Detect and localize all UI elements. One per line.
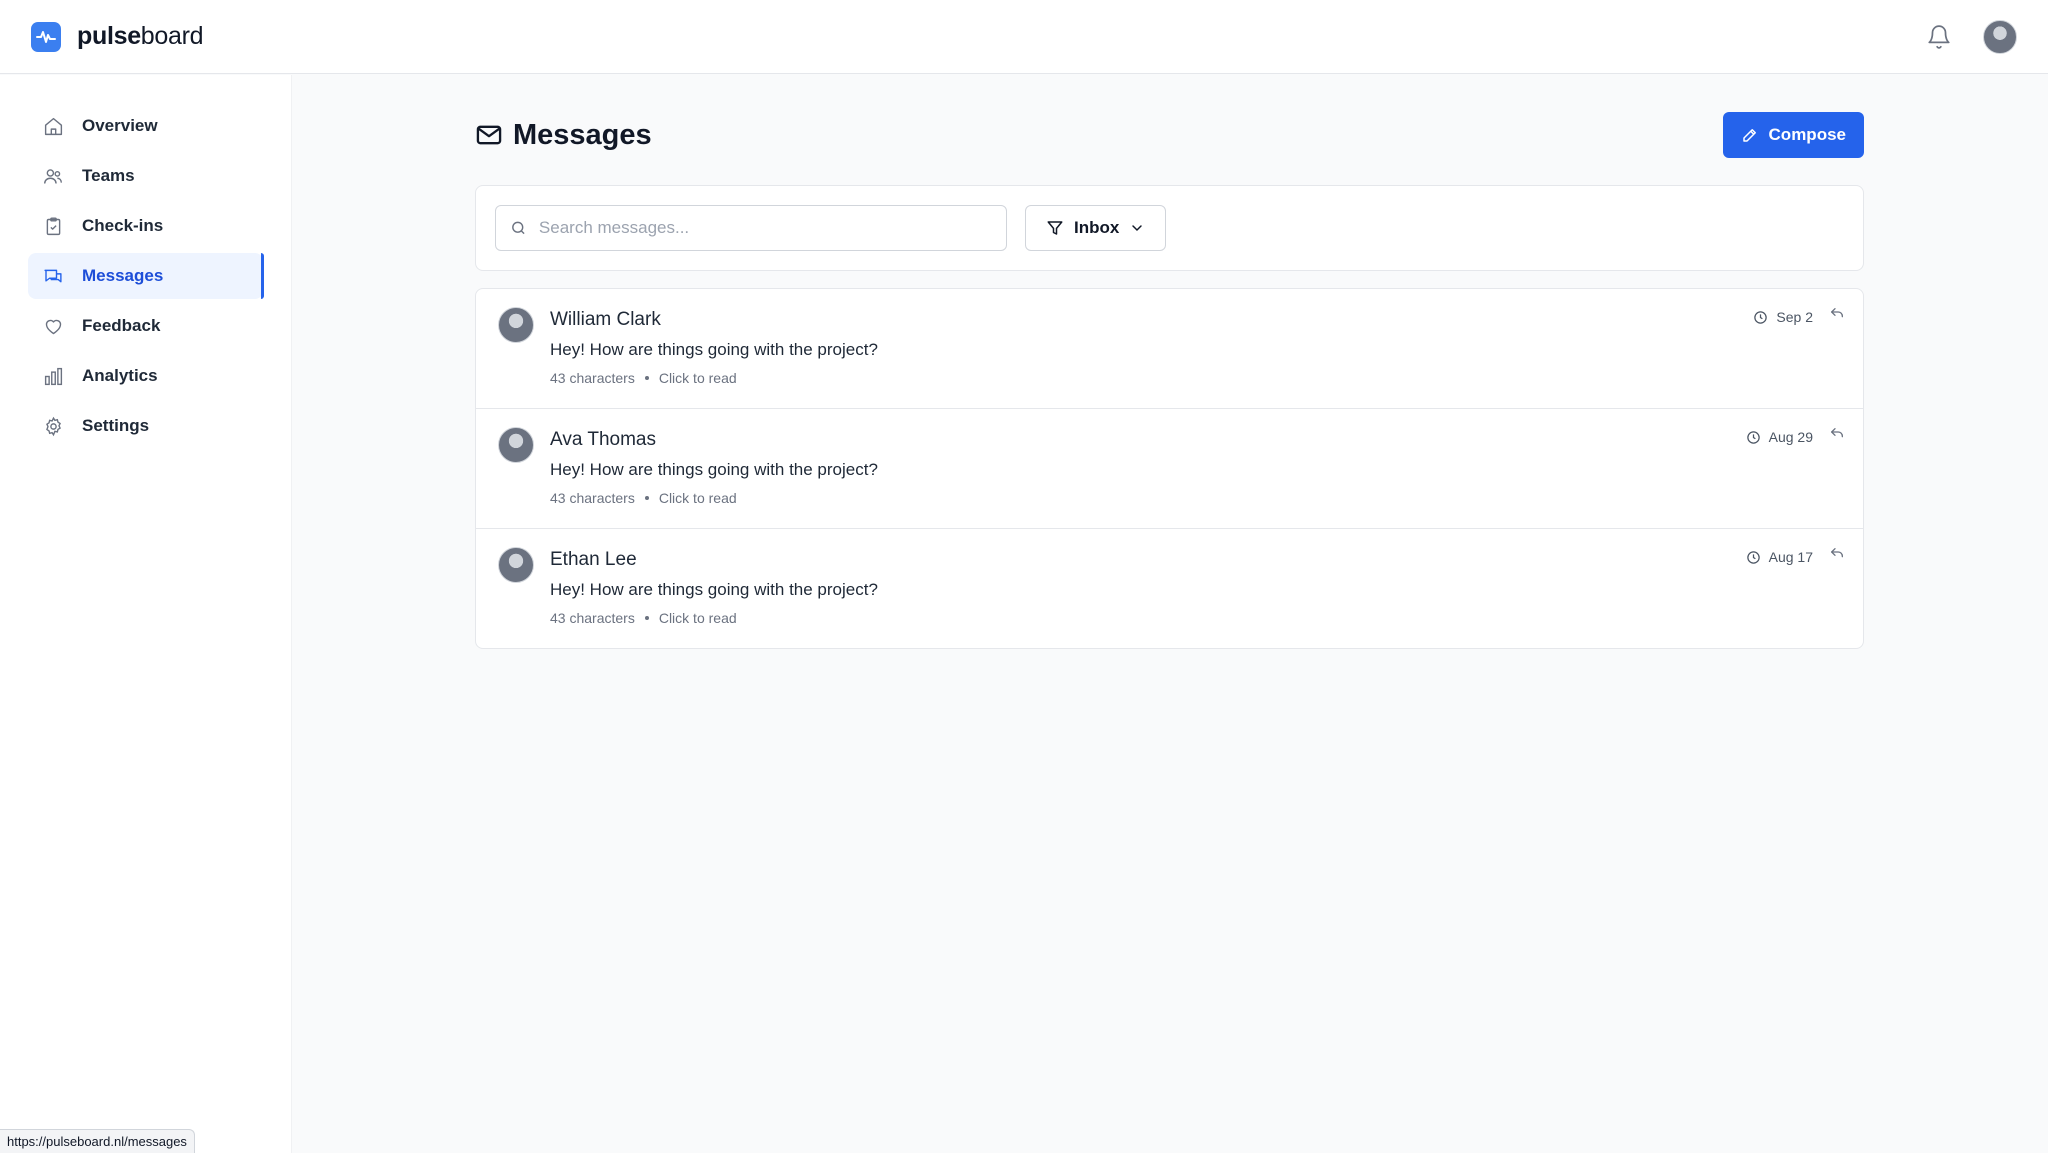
message-list: William Clark Hey! How are things going … (475, 288, 1864, 649)
sender-avatar (498, 547, 534, 583)
chevron-down-icon (1132, 225, 1143, 232)
filter-icon (1047, 221, 1063, 235)
message-row[interactable]: Ethan Lee Hey! How are things going with… (476, 529, 1863, 648)
brand-name: pulseboard (77, 22, 204, 50)
filter-selected-label: Inbox (1074, 218, 1120, 237)
filter-bar: Inbox (475, 185, 1864, 271)
sender-avatar (498, 307, 534, 343)
pulse-logo-icon (31, 21, 61, 52)
read-hint: Click to read (658, 490, 737, 506)
message-row[interactable]: Ava Thomas Hey! How are things going wit… (476, 409, 1863, 529)
compose-button[interactable]: Compose (1722, 112, 1864, 158)
message-date: Aug 17 (1768, 549, 1813, 565)
sidebar: Overview Teams Check-ins Messages Feedba… (0, 75, 292, 1153)
sidebar-item-feedback[interactable]: Feedback (28, 303, 263, 349)
sidebar-item-check-ins[interactable]: Check-ins (28, 203, 263, 249)
folder-filter-dropdown[interactable]: Inbox (1025, 205, 1167, 251)
sidebar-item-label: Teams (82, 166, 135, 185)
logo[interactable]: pulseboard (31, 21, 204, 52)
sidebar-item-analytics[interactable]: Analytics (28, 353, 263, 399)
page-title: Messages (475, 119, 652, 152)
clock-icon (1754, 310, 1768, 324)
sidebar-item-label: Messages (82, 266, 164, 285)
bar-chart-icon (42, 365, 64, 387)
notifications-button[interactable] (1923, 21, 1955, 53)
mail-icon (476, 125, 502, 145)
sidebar-item-label: Overview (82, 116, 158, 135)
heart-icon (42, 315, 64, 337)
sidebar-item-label: Analytics (82, 366, 158, 385)
reply-button[interactable] (1829, 426, 1845, 442)
top-bar: pulseboard (0, 0, 2048, 74)
sender-name: Ethan Lee (550, 549, 637, 570)
home-icon (42, 115, 64, 137)
reply-icon (1831, 548, 1843, 558)
sender-name: Ava Thomas (550, 429, 656, 450)
message-preview: Hey! How are things going with the proje… (550, 340, 878, 359)
search-icon (512, 221, 525, 235)
bell-icon (1928, 24, 1950, 49)
sidebar-item-teams[interactable]: Teams (28, 153, 263, 199)
message-preview: Hey! How are things going with the proje… (550, 460, 878, 479)
separator-dot (644, 376, 649, 380)
message-date: Aug 29 (1768, 429, 1813, 445)
search-box[interactable] (495, 205, 1007, 251)
sidebar-item-settings[interactable]: Settings (28, 403, 263, 449)
chat-icon (42, 265, 64, 287)
status-bar-url: https://pulseboard.nl/messages (0, 1129, 195, 1153)
sidebar-item-messages[interactable]: Messages (28, 253, 264, 299)
pencil-icon (1742, 129, 1756, 142)
user-avatar[interactable] (1983, 19, 2017, 54)
char-count: 43 characters (550, 610, 635, 626)
page-title-text: Messages (513, 118, 652, 151)
clipboard-icon (42, 215, 64, 237)
char-count: 43 characters (550, 370, 635, 386)
reply-icon (1831, 308, 1843, 318)
message-row[interactable]: William Clark Hey! How are things going … (476, 289, 1863, 409)
separator-dot (644, 616, 649, 620)
sidebar-item-label: Settings (82, 416, 150, 435)
separator-dot (644, 496, 649, 500)
reply-icon (1831, 428, 1843, 438)
sidebar-item-label: Check-ins (82, 216, 164, 235)
main-content: Messages Compose Inbox William Clark Hey… (293, 75, 2048, 1153)
compose-label: Compose (1768, 125, 1846, 144)
page-header: Messages Compose (475, 111, 1864, 159)
sender-name: William Clark (550, 309, 661, 330)
reply-button[interactable] (1829, 306, 1845, 322)
read-hint: Click to read (658, 610, 737, 626)
read-hint: Click to read (658, 370, 737, 386)
sidebar-item-label: Feedback (82, 316, 161, 335)
clock-icon (1746, 550, 1760, 564)
message-preview: Hey! How are things going with the proje… (550, 580, 878, 599)
sender-avatar (498, 427, 534, 463)
char-count: 43 characters (550, 490, 635, 506)
clock-icon (1746, 430, 1760, 444)
reply-button[interactable] (1829, 546, 1845, 562)
search-input[interactable] (538, 218, 992, 238)
gear-icon (42, 415, 64, 437)
message-date: Sep 2 (1776, 309, 1813, 325)
users-icon (42, 165, 64, 187)
sidebar-item-overview[interactable]: Overview (28, 103, 263, 149)
